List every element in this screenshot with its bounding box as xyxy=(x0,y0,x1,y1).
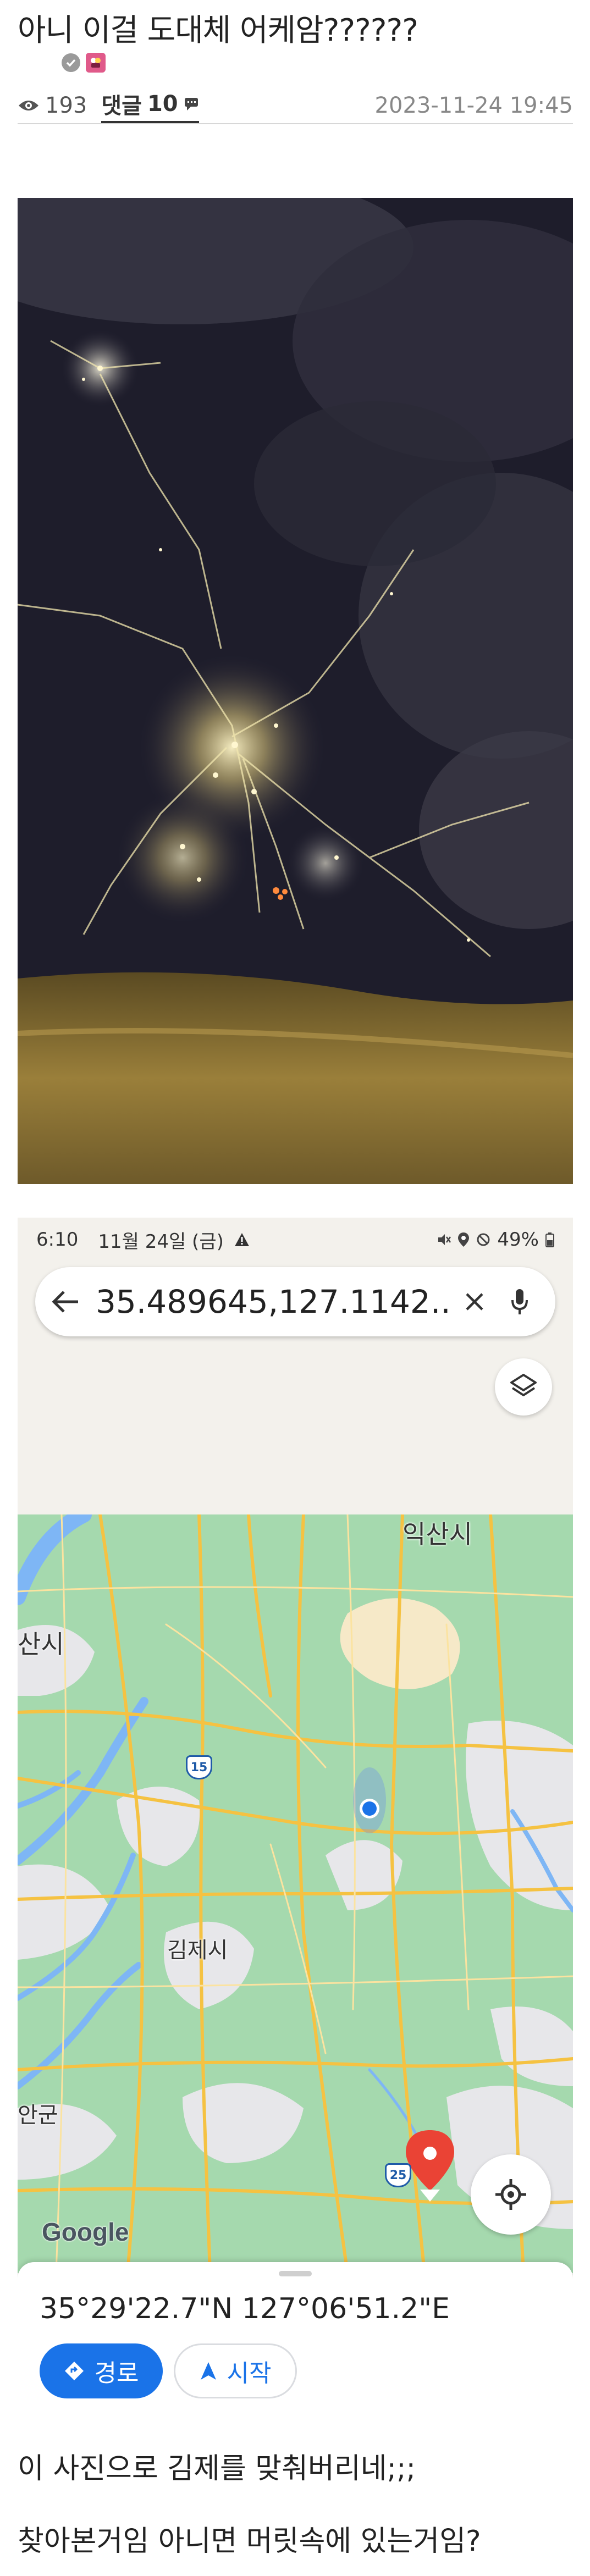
directions-button[interactable]: 경로 xyxy=(40,2343,163,2398)
status-icons: 49% xyxy=(437,1229,554,1251)
author-badges xyxy=(62,53,106,73)
back-arrow-icon[interactable] xyxy=(52,1290,80,1314)
start-button[interactable]: 시작 xyxy=(174,2343,297,2398)
eye-icon xyxy=(19,101,38,110)
verified-icon xyxy=(62,53,80,72)
microphone-icon xyxy=(511,1289,528,1314)
map-label-gimje: 김제시 xyxy=(167,1938,228,1963)
post-date: 2023-11-24 19:45 xyxy=(374,93,573,118)
place-bottom-sheet[interactable]: 35°29'22.7"N 127°06'51.2"E 경로 시작 xyxy=(18,2262,573,2405)
night-aerial-photo xyxy=(18,198,573,1184)
directions-icon xyxy=(64,2362,84,2380)
map-search-bar[interactable]: 35.489645,127.1142... xyxy=(35,1267,555,1336)
google-logo: Google xyxy=(42,2217,129,2247)
location-icon xyxy=(458,1232,470,1247)
close-icon xyxy=(466,1293,483,1311)
view-count-value: 193 xyxy=(45,93,87,118)
post-meta: 193 댓글 10 2023-11-24 19:45 xyxy=(18,88,573,124)
status-bar: 6:10 11월 24일 (금) 49% xyxy=(18,1218,573,1262)
view-count: 193 xyxy=(18,93,87,118)
status-date: 11월 24일 (금) xyxy=(98,1230,224,1253)
warning-icon xyxy=(234,1233,249,1246)
highway-shield-25: 25 xyxy=(385,2163,411,2187)
highway-shield-15-label: 15 xyxy=(190,1760,208,1775)
clear-button[interactable] xyxy=(455,1283,494,1321)
mute-icon xyxy=(438,1234,451,1245)
voice-search-button[interactable] xyxy=(500,1283,539,1321)
map-label-iksan: 익산시 xyxy=(402,1519,472,1549)
map-view[interactable]: 익산시 산시 김제시 안군 15 25 Google xyxy=(18,1514,573,2273)
map-layers-button[interactable] xyxy=(495,1358,552,1416)
body-line-2: 찾아본거임 아니면 머릿속에 있는거임? xyxy=(18,2525,481,2558)
my-location-button[interactable] xyxy=(471,2154,551,2235)
post-title: 아니 이걸 도대체 어케암?????? xyxy=(18,13,418,48)
google-logo-text: Google xyxy=(42,2218,129,2246)
comment-icon xyxy=(184,98,198,110)
body-line-1: 이 사진으로 김제를 맞춰버리네;;; xyxy=(18,2452,416,2485)
blocked-icon xyxy=(477,1233,490,1246)
navigation-arrow-icon xyxy=(200,2362,216,2380)
comments-count: 10 xyxy=(147,91,178,117)
rank-badge-icon xyxy=(86,53,106,73)
comments-label: 댓글 xyxy=(101,93,142,119)
highway-shield-25-label: 25 xyxy=(389,2168,407,2182)
sheet-drag-handle[interactable] xyxy=(279,2271,312,2276)
highway-shield-15: 15 xyxy=(186,1755,212,1779)
map-screenshot: 6:10 11월 24일 (금) 49% 35.489645,127.1142.… xyxy=(18,1218,573,2405)
battery-icon xyxy=(545,1232,554,1247)
comments-link[interactable]: 댓글 10 xyxy=(101,88,199,123)
status-time: 6:10 xyxy=(36,1229,79,1251)
directions-label: 경로 xyxy=(94,2359,139,2387)
battery-percent: 49% xyxy=(497,1229,539,1251)
crosshair-icon xyxy=(495,2179,526,2210)
map-label-city-left: 산시 xyxy=(18,1629,64,1659)
search-query[interactable]: 35.489645,127.1142... xyxy=(96,1283,449,1320)
map-label-gun: 안군 xyxy=(18,2103,58,2128)
place-coordinates: 35°29'22.7"N 127°06'51.2"E xyxy=(40,2292,450,2325)
start-label: 시작 xyxy=(227,2359,272,2387)
layers-icon xyxy=(510,1374,537,1396)
